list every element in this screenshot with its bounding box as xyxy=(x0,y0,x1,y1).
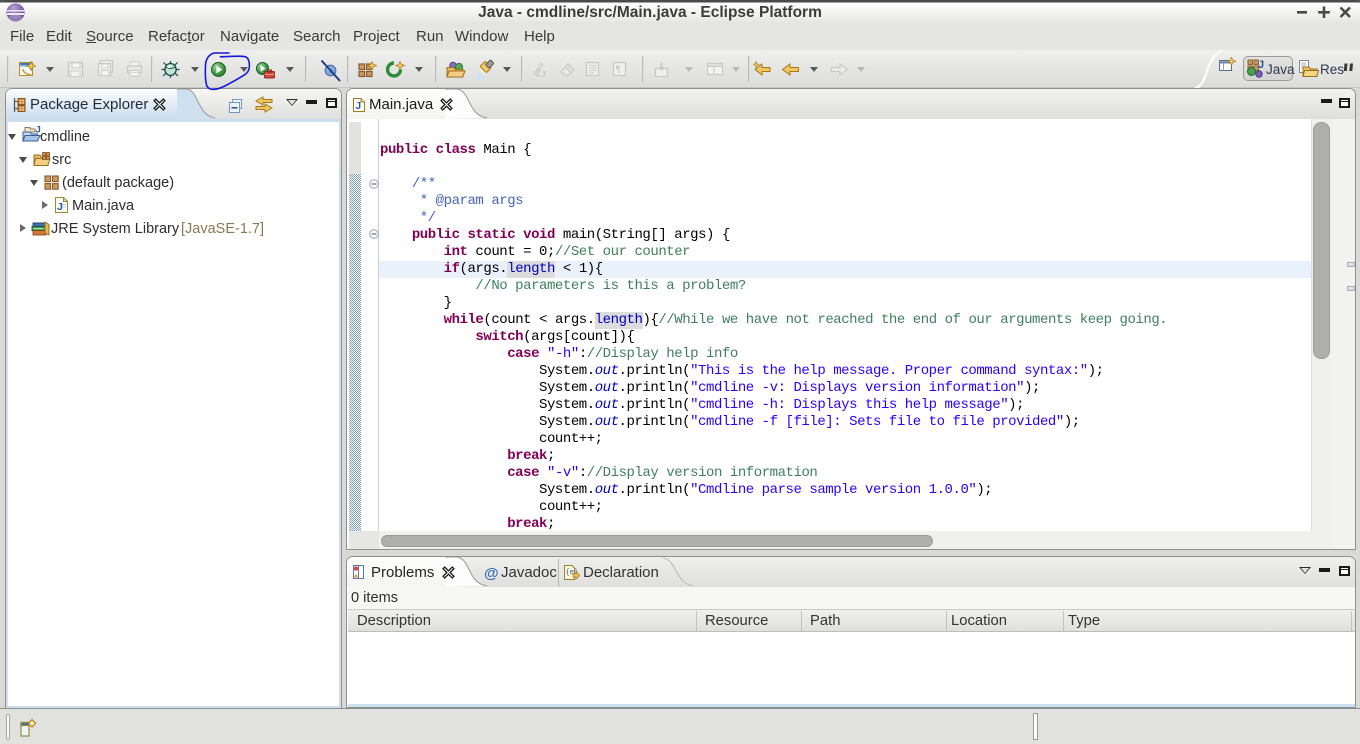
svg-text:J: J xyxy=(1258,59,1264,71)
svg-text:J: J xyxy=(356,101,362,112)
svg-text:¶: ¶ xyxy=(616,65,621,76)
svg-text:J: J xyxy=(57,201,63,213)
